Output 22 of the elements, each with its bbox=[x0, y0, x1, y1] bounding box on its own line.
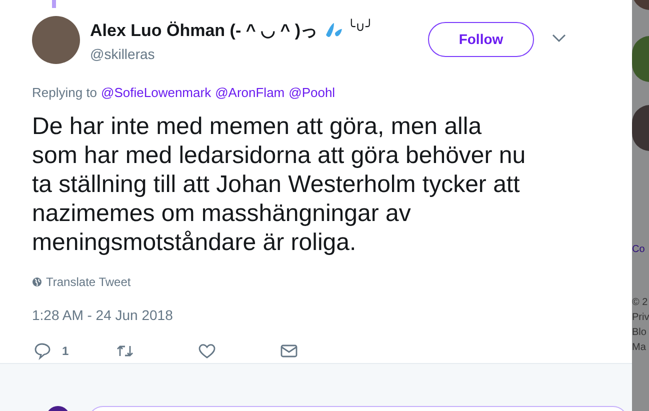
mention-link[interactable]: @Poohl bbox=[288, 82, 336, 102]
author-name-suffix: ╰∪╯ bbox=[348, 18, 374, 36]
footer-link[interactable]: Ma bbox=[632, 340, 649, 355]
timestamp[interactable]: 1:28 AM - 24 Jun 2018 bbox=[0, 305, 632, 326]
author-name[interactable]: Alex Luo Öhman (- ^ ◡ ^ )っ bbox=[90, 18, 318, 44]
replying-label: Replying to bbox=[32, 84, 98, 102]
mention-link[interactable]: @AronFlam bbox=[215, 82, 285, 102]
globe-icon bbox=[32, 277, 42, 287]
footer-link[interactable]: Blo bbox=[632, 325, 649, 340]
footer-link[interactable]: © 2 bbox=[632, 295, 649, 310]
footer-link[interactable]: Priv bbox=[632, 310, 649, 325]
reply-icon[interactable] bbox=[34, 342, 52, 360]
sidebar-link[interactable]: Co bbox=[632, 242, 649, 257]
chevron-down-icon[interactable] bbox=[552, 34, 566, 43]
heart-icon[interactable] bbox=[198, 342, 216, 360]
follow-button[interactable]: Follow bbox=[428, 22, 534, 57]
tweet-text: De har inte med memen att göra, men alla som har med ledarsidorna att göra behöver nu ta ställning till att Johan Westerholm tycker att nazimemes om masshängningar av meningsmotståndare är roliga. bbox=[31, 112, 527, 257]
translate-link[interactable]: Translate Tweet bbox=[46, 273, 131, 291]
reply-count: 1 bbox=[62, 343, 69, 360]
user-handle[interactable]: @skilleras bbox=[90, 44, 428, 64]
mention-link[interactable]: @SofieLowenmark bbox=[101, 82, 212, 102]
envelope-icon[interactable] bbox=[280, 342, 298, 360]
